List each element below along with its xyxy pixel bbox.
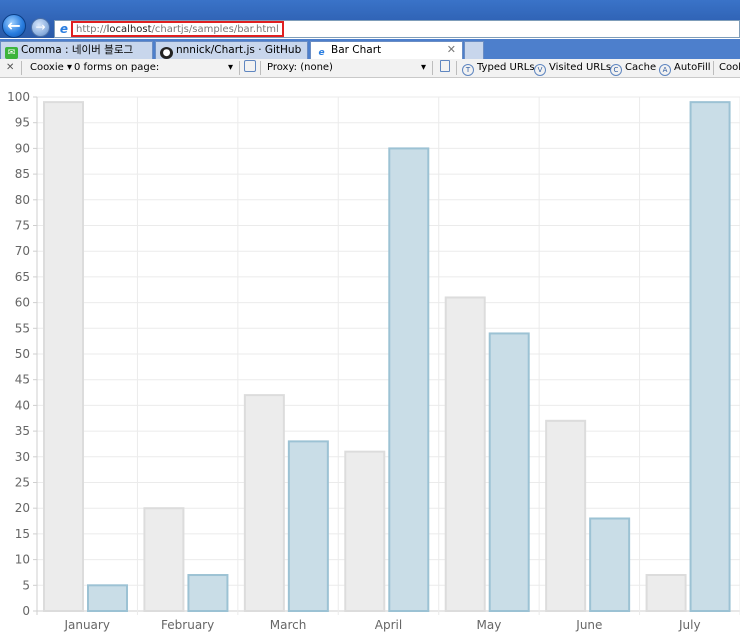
cache-icon: C	[610, 64, 622, 76]
y-tick-label: 80	[15, 193, 30, 207]
y-tick-label: 0	[22, 604, 30, 618]
tab-github[interactable]: ● nnnick/Chart.js · GitHub	[155, 41, 308, 59]
browser-nav-bar: ← → e http://localhost/chartjs/samples/b…	[0, 0, 740, 38]
visited-urls-button[interactable]: V Visited URLs	[534, 59, 611, 77]
ie-icon: e	[318, 48, 325, 58]
cookie-menu[interactable]: Cooxie ▾	[30, 59, 72, 77]
y-tick-label: 10	[15, 553, 30, 567]
typed-urls-icon: T	[462, 64, 474, 76]
tab-naver-blog[interactable]: ✉ Comma : 네이버 블로그	[0, 41, 153, 59]
bar	[243, 394, 285, 612]
proxy-icon[interactable]	[244, 59, 259, 77]
bar	[444, 296, 486, 612]
y-tick-label: 55	[15, 321, 30, 335]
bar	[488, 332, 530, 612]
ie-page-icon: e	[59, 22, 69, 36]
chart-grid	[33, 96, 740, 615]
bar-chart: 0 5 10 15 20 25 30 35 40 45 50 55 60 65 70 75 80 85 90 95 10…	[7, 90, 740, 632]
y-tick-label: 50	[15, 347, 30, 361]
dropdown-arrow-icon[interactable]: ▾	[421, 59, 426, 77]
y-tick-label: 85	[15, 167, 30, 181]
x-tick-label: April	[375, 618, 402, 632]
book-icon[interactable]	[440, 59, 453, 77]
autofill-icon: A	[659, 64, 671, 76]
bar	[388, 147, 430, 612]
bar	[545, 419, 587, 612]
back-button[interactable]: ←	[2, 14, 26, 38]
y-tick-label: 100	[7, 90, 30, 104]
y-tick-label: 75	[15, 219, 30, 233]
y-tick-label: 15	[15, 527, 30, 541]
dropdown-arrow-icon[interactable]: ▾	[228, 59, 233, 77]
bar	[645, 574, 687, 613]
tab-bar-chart[interactable]: e Bar Chart ✕	[310, 41, 463, 59]
addon-toolbar: ✕ Cooxie ▾ 0 forms on page: ▾ Proxy: (no…	[0, 59, 740, 78]
x-tick-label: March	[270, 618, 307, 632]
y-tick-label: 20	[15, 501, 30, 515]
y-tick-label: 65	[15, 270, 30, 284]
bar	[589, 517, 631, 612]
address-bar[interactable]: e http://localhost/chartjs/samples/bar.h…	[54, 20, 740, 38]
y-tick-label: 70	[15, 244, 30, 258]
forward-arrow-icon: →	[35, 20, 46, 34]
x-tick-label: February	[161, 618, 214, 632]
tab-bar: ✉ Comma : 네이버 블로그 ● nnnick/Chart.js · GitH…	[0, 39, 740, 59]
url-text[interactable]: http://localhost/chartjs/samples/bar.htm…	[71, 21, 284, 37]
y-tick-label: 95	[15, 116, 30, 130]
dropdown-arrow-icon: ▾	[66, 62, 72, 73]
bar	[344, 450, 386, 612]
proxy-dropdown[interactable]: Proxy: (none)	[267, 59, 333, 77]
bar	[87, 584, 128, 612]
cache-button[interactable]: C Cache	[610, 59, 656, 77]
x-tick-label: May	[477, 618, 502, 632]
y-axis-labels: 0 5 10 15 20 25 30 35 40 45 50 55 60 65 70 75 80 85 90 95 10…	[7, 90, 30, 618]
y-tick-label: 35	[15, 424, 30, 438]
bar	[689, 101, 731, 612]
y-tick-label: 90	[15, 141, 30, 155]
new-tab-button[interactable]	[464, 41, 484, 59]
x-tick-label: June	[575, 618, 602, 632]
x-axis-labels: January February March April May June July	[63, 618, 700, 632]
y-tick-label: 30	[15, 450, 30, 464]
y-tick-label: 60	[15, 296, 30, 310]
github-icon: ●	[160, 47, 173, 59]
y-tick-label: 45	[15, 373, 30, 387]
bar	[287, 440, 329, 612]
toolbar-close-icon[interactable]: ✕	[6, 59, 14, 77]
x-tick-label: July	[678, 618, 701, 632]
y-tick-label: 25	[15, 476, 30, 490]
typed-urls-button[interactable]: T Typed URLs	[462, 59, 535, 77]
bar	[143, 507, 185, 613]
naver-blog-icon: ✉	[5, 47, 18, 59]
y-tick-label: 40	[15, 398, 30, 412]
close-tab-icon[interactable]: ✕	[447, 42, 456, 58]
visited-urls-icon: V	[534, 64, 546, 76]
cookie-button[interactable]: Cook	[719, 59, 740, 77]
forward-button[interactable]: →	[31, 18, 50, 37]
chart-bars	[43, 101, 731, 613]
autofill-button[interactable]: A AutoFill	[659, 59, 711, 77]
x-tick-label: January	[63, 618, 110, 632]
forms-dropdown[interactable]: 0 forms on page:	[74, 59, 159, 77]
bar	[187, 574, 229, 613]
y-tick-label: 5	[22, 578, 30, 592]
back-arrow-icon: ←	[7, 16, 21, 35]
bar	[43, 101, 84, 612]
